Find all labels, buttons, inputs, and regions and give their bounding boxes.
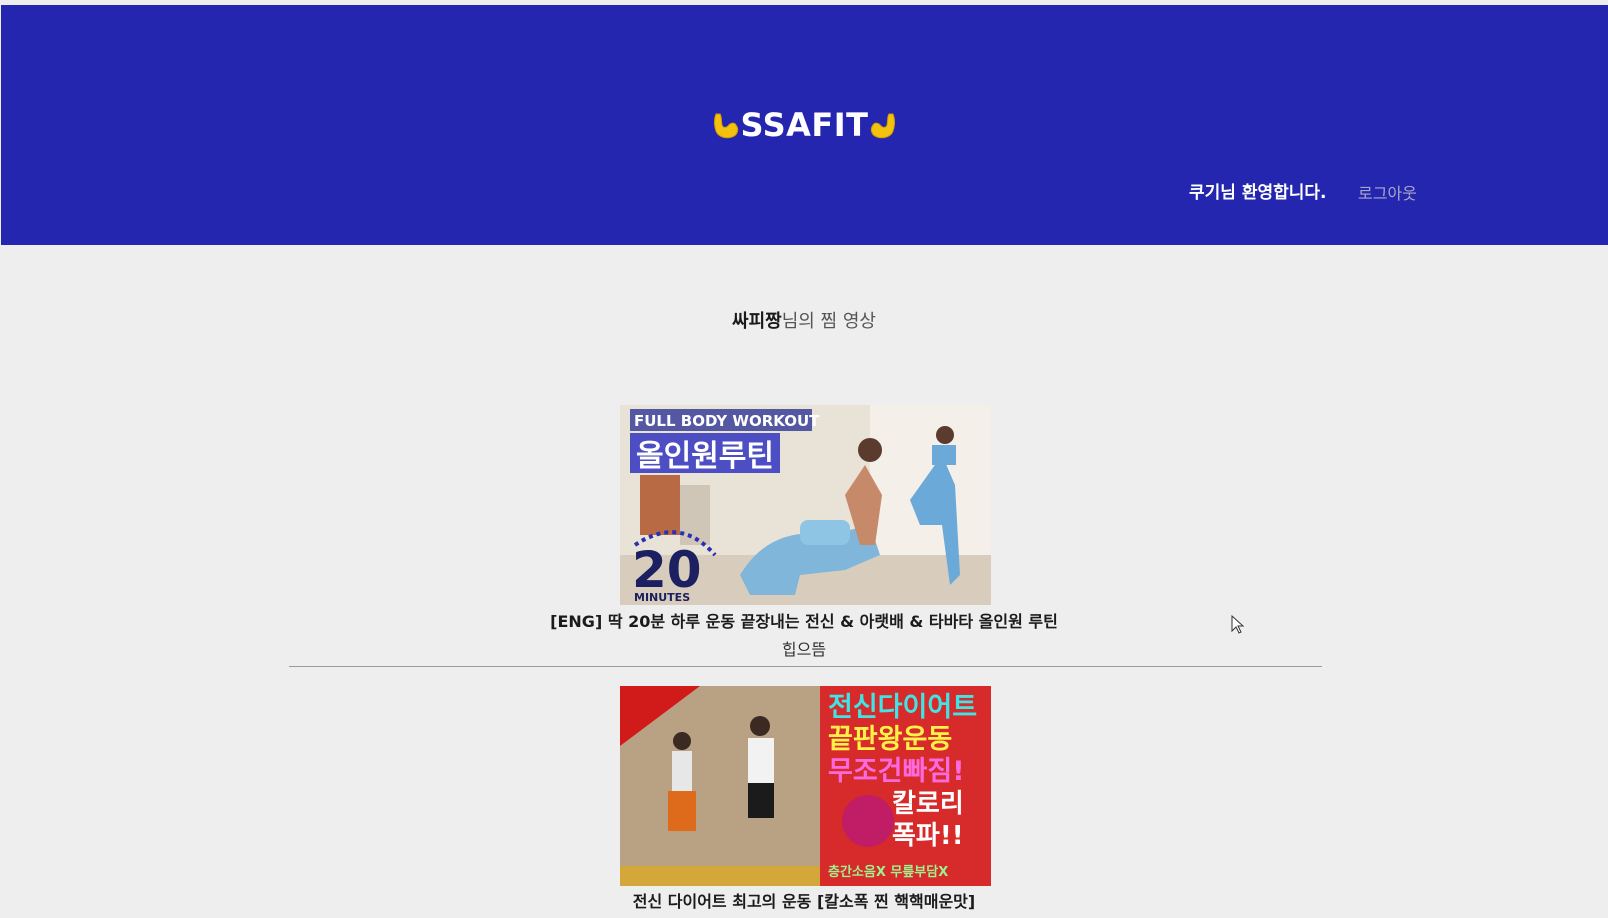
video-channel: 힙으뜸 <box>781 640 827 659</box>
video-title[interactable]: 전신 다이어트 최고의 운동 [칼소폭 찐 핵핵매운맛] <box>0 891 1608 913</box>
thumb-text-line5: 폭파!! <box>892 821 964 851</box>
video-thumbnail[interactable]: 전신다이어트 끝판왕운동 무조건빠짐! 칼로리 폭파!! 층간소음X 무릎부담X <box>620 686 991 886</box>
brand-text: SSAFIT <box>740 106 869 144</box>
thumb-text-line2: 올인원루틴 <box>636 439 774 474</box>
list-divider <box>289 666 1322 667</box>
page-title-suffix: 님의 찜 영상 <box>781 311 876 332</box>
thumb-text-unit: MINUTES <box>634 591 690 604</box>
video-thumbnail[interactable]: FULL BODY WORKOUT 올인원루틴 20 MINUTES <box>620 405 991 605</box>
flexed-biceps-icon <box>714 113 739 139</box>
thumbnail-image: FULL BODY WORKOUT 올인원루틴 20 MINUTES <box>620 405 991 605</box>
thumb-text-line4: 칼로리 <box>892 789 964 819</box>
video-title[interactable]: [ENG] 딱 20분 하루 운동 끝장내는 전신 & 아랫배 & 타바타 올인… <box>0 611 1608 633</box>
thumb-text-line2: 끝판왕운동 <box>828 724 952 755</box>
logout-link[interactable]: 로그아웃 <box>1358 182 1417 206</box>
owner-name: 싸피짱 <box>732 311 782 332</box>
thumb-text-line6: 층간소음X 무릎부담X <box>828 864 948 880</box>
site-logo[interactable]: SSAFIT <box>1 105 1608 145</box>
page-title: 싸피짱님의 찜 영상 <box>0 309 1608 335</box>
thumb-text-line1: 전신다이어트 <box>828 692 977 723</box>
thumbnail-image: 전신다이어트 끝판왕운동 무조건빠짐! 칼로리 폭파!! 층간소음X 무릎부담X <box>620 686 991 886</box>
app-frame: SSAFIT 쿠기님 환영합니다. 로그아웃 싸피짱님의 찜 영상 FULL B… <box>0 0 1608 918</box>
flexed-biceps-icon <box>870 113 895 139</box>
site-header: SSAFIT 쿠기님 환영합니다. 로그아웃 <box>1 5 1608 245</box>
welcome-message: 쿠기님 환영합니다. <box>1189 183 1327 203</box>
thumb-text-line3: 무조건빠짐! <box>828 756 965 787</box>
thumb-text-line1: FULL BODY WORKOUT <box>634 412 820 430</box>
mouse-pointer-icon <box>1231 615 1245 634</box>
